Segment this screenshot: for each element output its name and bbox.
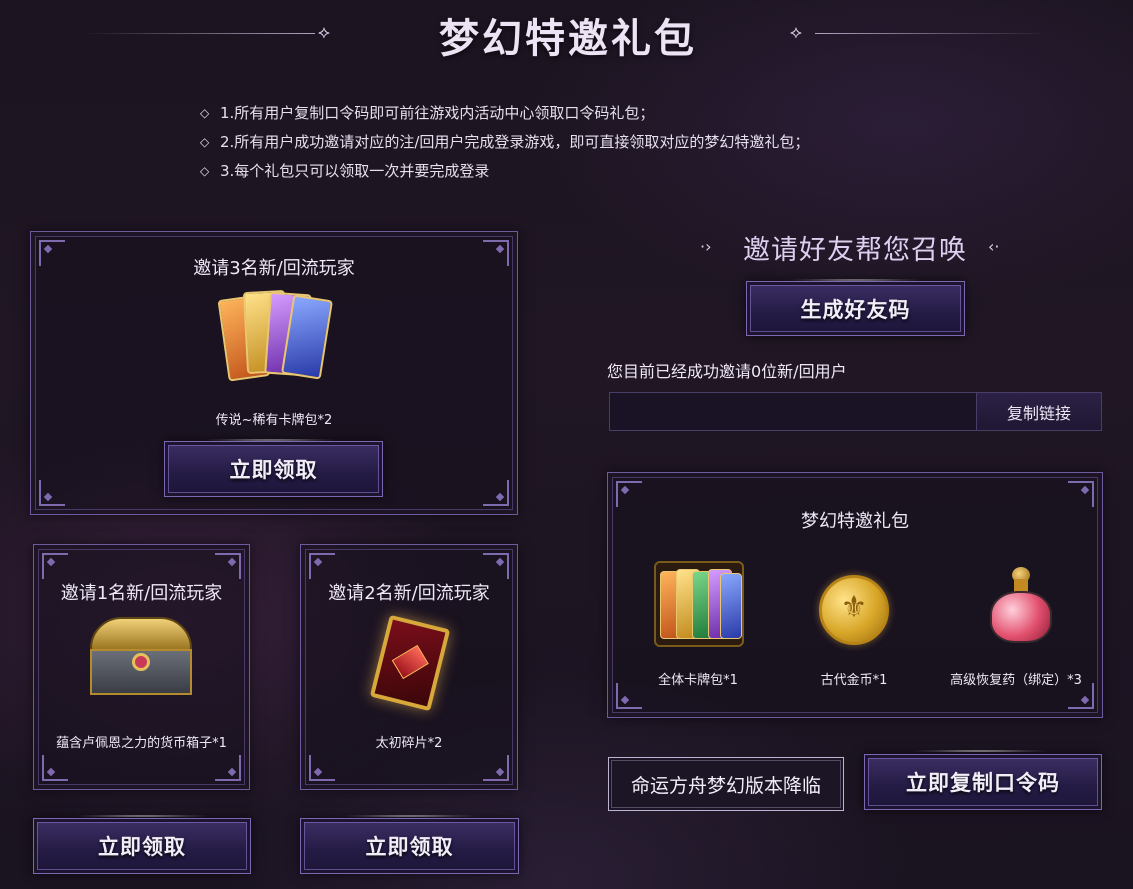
frame-corner bbox=[309, 553, 335, 579]
reward-item-label: 蕴含卢佩恩之力的货币箱子*1 bbox=[56, 736, 227, 751]
title-ornament-right: ⟡ bbox=[790, 22, 802, 43]
version-launch-button[interactable]: 命运方舟梦幻版本降临 bbox=[608, 757, 844, 811]
claim-tier2-button[interactable]: 立即领取 bbox=[300, 818, 519, 874]
rule-item: ◇ 1.所有用户复制口令码即可前往游戏内活动中心领取口令码礼包； bbox=[200, 98, 809, 127]
legendary-card-pack-icon bbox=[217, 287, 334, 387]
copy-code-button[interactable]: 立即复制口令码 bbox=[864, 754, 1102, 810]
primordial-shard-icon bbox=[369, 614, 451, 712]
reward-item-label: 太初碎片*2 bbox=[375, 736, 443, 751]
invite-link-input[interactable] bbox=[609, 392, 977, 431]
reward-item-label: 传说~稀有卡牌包*2 bbox=[215, 413, 333, 428]
rule-text: 2.所有用户成功邀请对应的注/回用户完成登录游戏，即可直接领取对应的梦幻特邀礼包… bbox=[220, 133, 810, 151]
all-cards-pack-icon bbox=[654, 561, 744, 647]
reward-title: 邀请1名新/回流玩家 bbox=[60, 583, 223, 604]
claim-tier3-button[interactable]: 立即领取 bbox=[164, 441, 383, 497]
rule-text: 3.每个礼包只可以领取一次并要完成登录 bbox=[220, 162, 490, 180]
button-glow bbox=[910, 750, 1050, 752]
heading-ornament-right: ‹· bbox=[988, 237, 1000, 256]
rule-item: ◇ 2.所有用户成功邀请对应的注/回用户完成登录游戏，即可直接领取对应的梦幻特邀… bbox=[200, 127, 809, 156]
frame-corner bbox=[483, 755, 509, 781]
frame-corner bbox=[483, 553, 509, 579]
page-title: 梦幻特邀礼包 bbox=[439, 16, 697, 62]
button-glow bbox=[340, 815, 480, 817]
frame-corner bbox=[616, 481, 642, 507]
reward-card-tier2: 邀请2名新/回流玩家 太初碎片*2 bbox=[300, 544, 518, 790]
frame-corner bbox=[1068, 481, 1094, 507]
title-ornament-left: ⟡ bbox=[318, 22, 330, 43]
gift-title: 梦幻特邀礼包 bbox=[801, 511, 909, 532]
ancient-gold-coin-icon: ⚜ bbox=[819, 575, 889, 645]
reward-card-tier1: 邀请1名新/回流玩家 蕴含卢佩恩之力的货币箱子*1 bbox=[33, 544, 250, 790]
invite-status-text: 您目前已经成功邀请0位新/回用户 bbox=[607, 362, 847, 381]
claim-tier1-button[interactable]: 立即领取 bbox=[33, 818, 251, 874]
gift-item-label: 高级恢复药（绑定）*3 bbox=[950, 673, 1082, 688]
diamond-icon: ◇ bbox=[200, 134, 210, 149]
frame-corner bbox=[309, 755, 335, 781]
diamond-icon: ◇ bbox=[200, 105, 210, 120]
title-divider-left bbox=[85, 33, 315, 34]
gift-item-label: 全体卡牌包*1 bbox=[658, 673, 738, 688]
frame-corner bbox=[42, 553, 68, 579]
rule-text: 1.所有用户复制口令码即可前往游戏内活动中心领取口令码礼包； bbox=[220, 104, 655, 122]
frame-corner bbox=[215, 553, 241, 579]
rules-list: ◇ 1.所有用户复制口令码即可前往游戏内活动中心领取口令码礼包； ◇ 2.所有用… bbox=[200, 98, 809, 185]
title-divider-right bbox=[815, 33, 1050, 34]
rule-item: ◇ 3.每个礼包只可以领取一次并要完成登录 bbox=[200, 156, 809, 185]
generate-friend-code-button[interactable]: 生成好友码 bbox=[746, 281, 965, 336]
frame-corner bbox=[215, 755, 241, 781]
reward-title: 邀请2名新/回流玩家 bbox=[328, 583, 490, 604]
treasure-chest-icon bbox=[86, 617, 196, 697]
invite-heading: 邀请好友帮您召唤 bbox=[743, 235, 967, 266]
copy-link-button[interactable]: 复制链接 bbox=[976, 392, 1102, 431]
diamond-icon: ◇ bbox=[200, 163, 210, 178]
reward-title: 邀请3名新/回流玩家 bbox=[193, 258, 355, 279]
button-glow bbox=[72, 815, 212, 817]
frame-corner bbox=[42, 755, 68, 781]
recovery-potion-icon bbox=[980, 565, 1060, 645]
gift-item-label: 古代金币*1 bbox=[820, 673, 888, 688]
frame-corner bbox=[39, 480, 65, 506]
frame-corner bbox=[483, 480, 509, 506]
gift-pack-card: 梦幻特邀礼包 全体卡牌包*1 ⚜ 古代金币*1 高级恢复药（绑定）*3 bbox=[607, 472, 1103, 718]
